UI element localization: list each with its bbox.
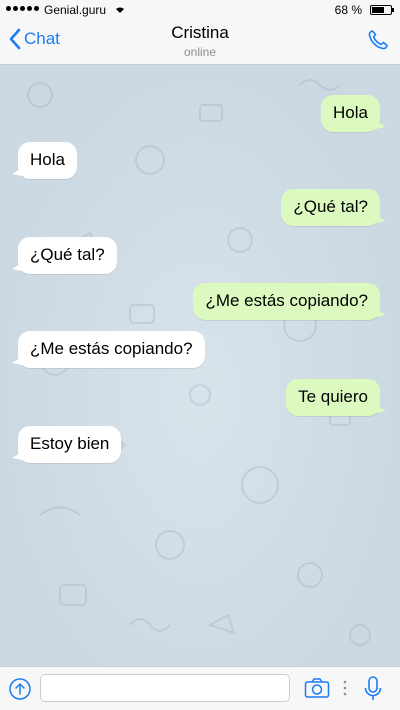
nav-bar: Chat Cristina online bbox=[0, 20, 400, 65]
wifi-icon bbox=[116, 7, 124, 13]
message-outgoing: ¿Qué tal? bbox=[281, 189, 386, 226]
message-input[interactable] bbox=[40, 674, 290, 702]
microphone-icon[interactable] bbox=[362, 675, 384, 703]
message-incoming: Estoy bien bbox=[11, 426, 122, 463]
more-dots-icon[interactable] bbox=[343, 680, 347, 696]
battery-level bbox=[372, 7, 385, 13]
contact-name: Cristina bbox=[171, 23, 229, 42]
attach-icon[interactable] bbox=[8, 677, 32, 701]
message-incoming: ¿Qué tal? bbox=[12, 237, 117, 274]
message-incoming: ¿Me estás copiando? bbox=[12, 331, 205, 368]
signal-dots-icon bbox=[6, 6, 39, 11]
contact-status: online bbox=[183, 45, 217, 59]
message-outgoing: Hola bbox=[321, 95, 386, 132]
message-incoming: Hola bbox=[12, 142, 77, 179]
camera-icon[interactable] bbox=[304, 677, 330, 699]
status-bar: Genial.guru 68 % bbox=[0, 0, 400, 20]
phone-icon[interactable] bbox=[366, 28, 390, 52]
chat-area[interactable]: Hola Hola ¿Qué tal? ¿Qué tal? ¿Me estás … bbox=[0, 65, 400, 666]
message-input-bar bbox=[0, 666, 400, 710]
message-outgoing: Te quiero bbox=[286, 379, 386, 416]
message-outgoing: ¿Me estás copiando? bbox=[193, 283, 386, 320]
carrier-name: Genial.guru bbox=[44, 3, 107, 17]
battery-icon bbox=[370, 5, 394, 15]
battery-percent: 68 % bbox=[334, 3, 362, 17]
